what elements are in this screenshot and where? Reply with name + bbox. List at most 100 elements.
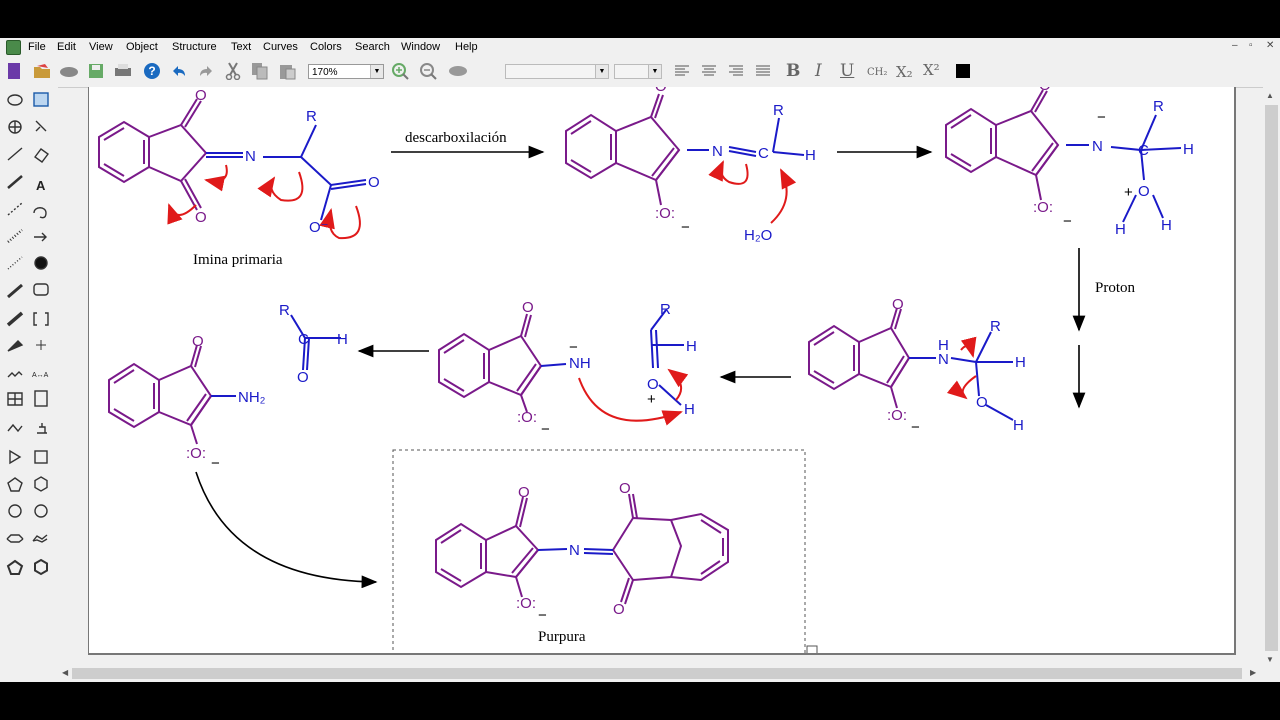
- pentagon-ring-icon[interactable]: [4, 554, 26, 576]
- chevron-down-icon[interactable]: ▼: [595, 65, 608, 78]
- justify-icon[interactable]: [753, 61, 773, 81]
- chevron-down-icon[interactable]: ▼: [370, 65, 383, 78]
- atom-map-icon[interactable]: [30, 362, 52, 384]
- lasso-pen-icon[interactable]: [30, 199, 52, 221]
- save-icon[interactable]: [86, 61, 106, 81]
- curve-icon[interactable]: [4, 417, 26, 439]
- scroll-right-icon[interactable]: ▶: [1250, 668, 1256, 677]
- close-icon[interactable]: ✕: [1266, 40, 1274, 51]
- hexagon-icon[interactable]: [30, 472, 52, 494]
- document-icon[interactable]: [30, 389, 52, 411]
- paste-icon[interactable]: [277, 61, 297, 81]
- boat-icon[interactable]: [4, 527, 26, 549]
- dotted-bond-icon[interactable]: [4, 254, 26, 276]
- view-icon[interactable]: [448, 61, 468, 81]
- cyclooctane-icon[interactable]: [30, 500, 52, 522]
- menu-window[interactable]: Window: [401, 41, 440, 53]
- arrow-icon[interactable]: [30, 227, 52, 249]
- print-icon[interactable]: [113, 61, 133, 81]
- minimize-icon[interactable]: –: [1232, 40, 1238, 51]
- drawing-canvas[interactable]: O O O :O: O :O: O :O: O :O: O :O: O :O: …: [88, 87, 1236, 655]
- scroll-thumb[interactable]: [1265, 105, 1278, 651]
- cycloheptane-icon[interactable]: [4, 500, 26, 522]
- cut-icon[interactable]: [223, 61, 243, 81]
- undo-icon[interactable]: [169, 61, 189, 81]
- scroll-thumb[interactable]: [72, 668, 1242, 679]
- menu-text[interactable]: Text: [231, 41, 251, 53]
- chevron-down-icon[interactable]: ▼: [648, 65, 661, 78]
- text-icon[interactable]: [30, 172, 52, 194]
- ring-bonds: [98, 89, 1060, 605]
- chain-icon[interactable]: [4, 362, 26, 384]
- lasso-icon[interactable]: [4, 90, 26, 112]
- bold-button[interactable]: B: [786, 61, 800, 81]
- scroll-down-icon[interactable]: ▼: [1266, 655, 1274, 664]
- menu-file[interactable]: File: [28, 41, 46, 53]
- pen-icon[interactable]: [4, 335, 26, 357]
- vertical-scrollbar[interactable]: ▲ ▼: [1263, 87, 1280, 671]
- benzene-icon[interactable]: [30, 554, 52, 576]
- restore-icon[interactable]: ▫: [1249, 40, 1253, 51]
- align-right-icon[interactable]: [726, 61, 746, 81]
- cloud-icon[interactable]: [59, 61, 79, 81]
- zoom-out-icon[interactable]: [418, 61, 438, 81]
- main-toolbar: ? 170% ▼ ▼ ▼ B I U CH₂ X₂ X²: [0, 57, 1280, 88]
- marquee-select-icon[interactable]: [30, 90, 52, 112]
- italic-button[interactable]: I: [815, 61, 822, 81]
- bold-wedge-icon[interactable]: [4, 308, 26, 330]
- charge-icon[interactable]: [30, 335, 52, 357]
- redo-icon[interactable]: [196, 61, 216, 81]
- menu-object[interactable]: Object: [126, 41, 158, 53]
- table-icon[interactable]: [4, 389, 26, 411]
- rotate-icon[interactable]: [4, 117, 26, 139]
- font-select[interactable]: ▼: [505, 64, 609, 79]
- pentagon-icon[interactable]: [4, 472, 26, 494]
- bond-icon[interactable]: [4, 144, 26, 166]
- font-size-select[interactable]: ▼: [614, 64, 662, 79]
- stamp-icon[interactable]: [30, 417, 52, 439]
- menu-structure[interactable]: Structure: [172, 41, 217, 53]
- color-swatch-icon[interactable]: [953, 61, 973, 81]
- scroll-left-icon[interactable]: ◀: [62, 668, 68, 677]
- atom-O: O: [1138, 183, 1150, 200]
- arrow-tool-icon[interactable]: [30, 117, 52, 139]
- horizontal-scrollbar[interactable]: ◀ ▶: [58, 665, 1263, 682]
- superscript-button[interactable]: X²: [923, 61, 940, 79]
- square-icon[interactable]: [30, 445, 52, 467]
- eraser-icon[interactable]: [30, 144, 52, 166]
- menu-edit[interactable]: Edit: [57, 41, 76, 53]
- zoom-select[interactable]: 170% ▼: [308, 64, 384, 79]
- menu-search[interactable]: Search: [355, 41, 390, 53]
- wedge-bond-icon[interactable]: [4, 281, 26, 303]
- bold-bond-icon[interactable]: [4, 172, 26, 194]
- subscript-button[interactable]: X₂: [896, 63, 913, 81]
- dashed-bond-icon[interactable]: [4, 199, 26, 221]
- atom-C: C: [758, 145, 769, 162]
- hashed-bond-icon[interactable]: [4, 227, 26, 249]
- selection-box[interactable]: [392, 449, 806, 653]
- align-center-icon[interactable]: [699, 61, 719, 81]
- chemical-format-button[interactable]: CH₂: [867, 67, 887, 78]
- open-folder-icon[interactable]: [32, 61, 52, 81]
- menu-colors[interactable]: Colors: [310, 41, 342, 53]
- new-document-icon[interactable]: [4, 61, 24, 81]
- align-left-icon[interactable]: [672, 61, 692, 81]
- chair-icon[interactable]: [30, 527, 52, 549]
- menu-view[interactable]: View: [89, 41, 113, 53]
- filled-circle-icon[interactable]: [30, 254, 52, 276]
- copy-icon[interactable]: [250, 61, 270, 81]
- atom-O-lone-pairs: :O:: [517, 409, 537, 426]
- chain-atom-labels: N R O O⁻ N C R H H₂O N C R H O H H N H R…: [238, 98, 1194, 559]
- help-icon[interactable]: ?: [142, 61, 162, 81]
- scroll-up-icon[interactable]: ▲: [1266, 91, 1274, 100]
- rounded-rectangle-icon[interactable]: [30, 281, 52, 303]
- triangle-icon[interactable]: [4, 445, 26, 467]
- zoom-in-icon[interactable]: [390, 61, 410, 81]
- resize-handle[interactable]: [806, 645, 818, 653]
- underline-button[interactable]: U: [840, 61, 854, 81]
- menu-curves[interactable]: Curves: [263, 41, 298, 53]
- app-icon[interactable]: [6, 40, 21, 55]
- bracket-icon[interactable]: [30, 308, 52, 330]
- atom-R: R: [279, 302, 290, 319]
- menu-help[interactable]: Help: [455, 41, 478, 53]
